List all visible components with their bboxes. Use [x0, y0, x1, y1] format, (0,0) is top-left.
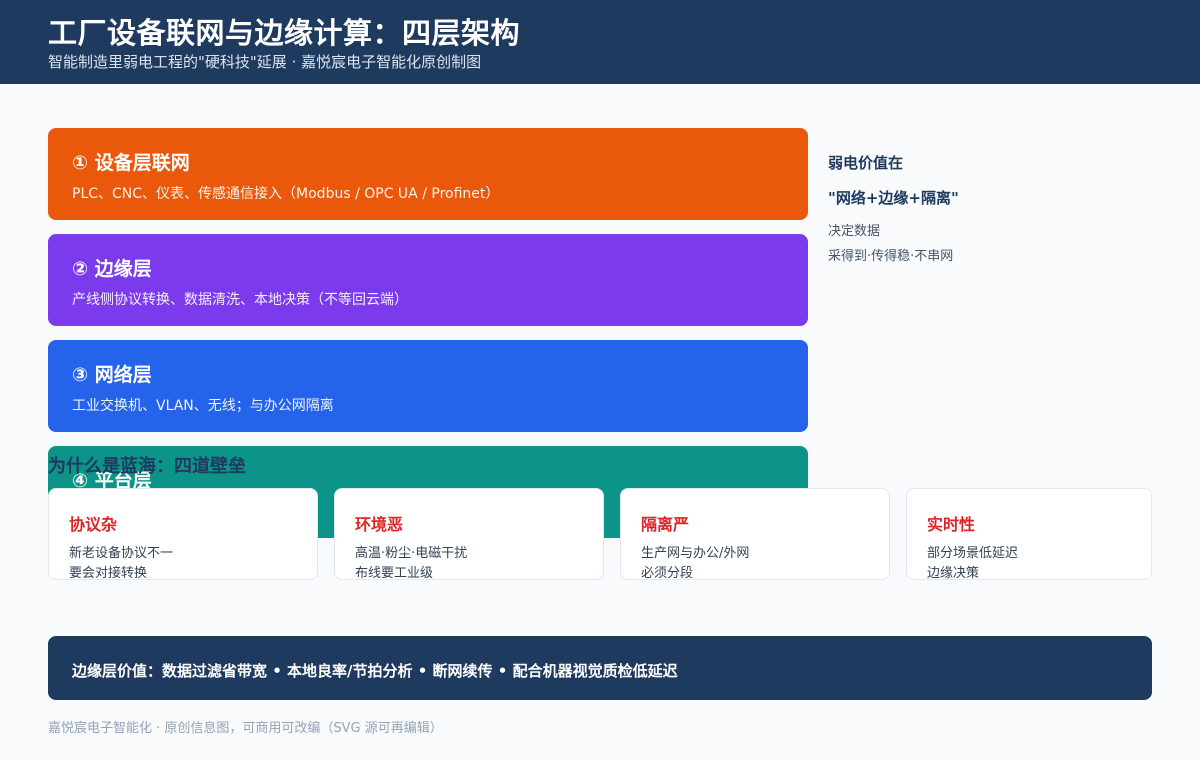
layer-desc: PLC、CNC、仪表、传感通信接入（Modbus / OPC UA / Prof…: [72, 186, 500, 202]
barrier-card-text: 生产网与办公/外网: [641, 546, 750, 561]
barrier-card-title: 协议杂: [69, 515, 118, 534]
layer-network: ③ 网络层 工业交换机、VLAN、无线；与办公网隔离: [48, 340, 808, 432]
layer-title: ③ 网络层: [72, 364, 152, 386]
layer-desc: 产线侧协议转换、数据清洗、本地决策（不等回云端）: [72, 292, 408, 308]
barrier-card-isolation: 隔离严 生产网与办公/外网 必须分段: [620, 488, 890, 581]
barrier-card-text: 部分场景低延迟: [927, 546, 1019, 561]
barrier-card-text: 必须分段: [641, 566, 694, 581]
layer-desc: 工业交换机、VLAN、无线；与办公网隔离: [72, 398, 334, 414]
barrier-card-text: 边缘决策: [927, 566, 980, 581]
barrier-card-title: 环境恶: [355, 515, 404, 534]
edge-value-text: 边缘层价值：数据过滤省带宽 • 本地良率/节拍分析 • 断网续传 • 配合机器视…: [72, 662, 678, 680]
side-note-line: 决定数据: [828, 224, 881, 239]
side-note: 弱电价值在 "网络+边缘+隔离" 决定数据 采得到·传得稳·不串网: [828, 152, 1148, 264]
barriers-title: 为什么是蓝海：四道壁垒: [48, 456, 246, 477]
page-subtitle: 智能制造里弱电工程的"硬科技"延展 · 嘉悦宸电子智能化原创制图: [48, 53, 482, 71]
barrier-card-text: 布线要工业级: [355, 566, 434, 581]
layer-edge: ② 边缘层 产线侧协议转换、数据清洗、本地决策（不等回云端）: [48, 234, 808, 326]
side-note-line: 采得到·传得稳·不串网: [828, 249, 954, 264]
page-title: 工厂设备联网与边缘计算：四层架构: [48, 16, 521, 50]
layer-title: ① 设备层联网: [72, 152, 190, 174]
barrier-card-realtime: 实时性 部分场景低延迟 边缘决策: [906, 488, 1152, 581]
edge-value-banner: 边缘层价值：数据过滤省带宽 • 本地良率/节拍分析 • 断网续传 • 配合机器视…: [48, 636, 1152, 700]
barrier-card-title: 实时性: [927, 515, 976, 534]
barrier-card-protocol: 协议杂 新老设备协议不一 要会对接转换: [48, 488, 318, 581]
barrier-card-title: 隔离严: [641, 515, 690, 534]
barrier-card-environment: 环境恶 高温·粉尘·电磁干扰 布线要工业级: [334, 488, 604, 581]
barrier-card-text: 新老设备协议不一: [69, 546, 174, 561]
layer-title: ② 边缘层: [72, 258, 152, 280]
barrier-card-text: 要会对接转换: [69, 566, 148, 581]
side-note-line: 弱电价值在: [828, 154, 904, 172]
layer-device: ① 设备层联网 PLC、CNC、仪表、传感通信接入（Modbus / OPC U…: [48, 128, 808, 220]
side-note-line: "网络+边缘+隔离": [828, 189, 959, 207]
footer-credit: 嘉悦宸电子智能化 · 原创信息图，可商用可改编（SVG 源可再编辑）: [48, 721, 443, 736]
barrier-card-text: 高温·粉尘·电磁干扰: [355, 546, 468, 561]
header: 工厂设备联网与边缘计算：四层架构 智能制造里弱电工程的"硬科技"延展 · 嘉悦宸…: [0, 0, 1200, 84]
